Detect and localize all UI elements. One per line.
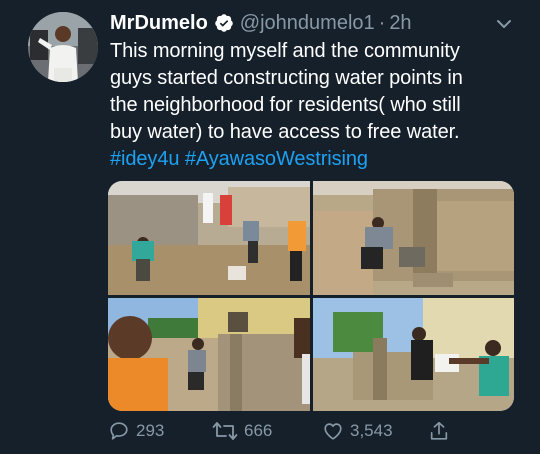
verified-badge-icon [214,13,234,33]
timestamp[interactable]: 2h [389,12,411,35]
reply-count: 293 [136,421,165,440]
like-button[interactable]: 3,543 [322,420,393,442]
tweet-text-line: guys started constructing water points i… [110,67,463,89]
retweet-button[interactable]: 666 [212,420,272,442]
photo-3[interactable] [108,298,310,411]
share-button[interactable] [428,420,456,442]
photo-2[interactable] [313,181,514,295]
hashtag-link[interactable]: #AyawasoWestrising [185,148,368,170]
author-handle[interactable]: @johndumelo1 [240,12,375,35]
like-icon [324,423,342,440]
tweet-text-line: This morning myself and the community [110,40,460,62]
tweet-text-line: buy water) to have access to free water. [110,121,460,143]
retweet-icon [212,422,238,440]
hashtag-link[interactable]: #idey4u [110,148,179,170]
media-grid [108,181,514,411]
tweet-text: This morning myself and the community gu… [110,38,520,173]
separator-dot: · [378,11,386,34]
reply-icon [110,422,128,440]
share-icon [430,421,448,440]
tweet-text-line: the neighborhood for residents( who stil… [110,94,461,116]
reply-button[interactable]: 293 [108,420,164,442]
author-name[interactable]: MrDumelo [110,12,208,35]
photo-1[interactable] [108,181,310,295]
tweet-actions: 293 666 3,543 [108,420,528,446]
retweet-count: 666 [244,421,273,440]
avatar[interactable] [28,12,98,82]
tweet[interactable]: MrDumelo @johndumelo1 · 2h This morning … [0,0,540,454]
chevron-down-icon[interactable] [494,14,514,34]
photo-4[interactable] [313,298,514,411]
like-count: 3,543 [350,421,393,440]
